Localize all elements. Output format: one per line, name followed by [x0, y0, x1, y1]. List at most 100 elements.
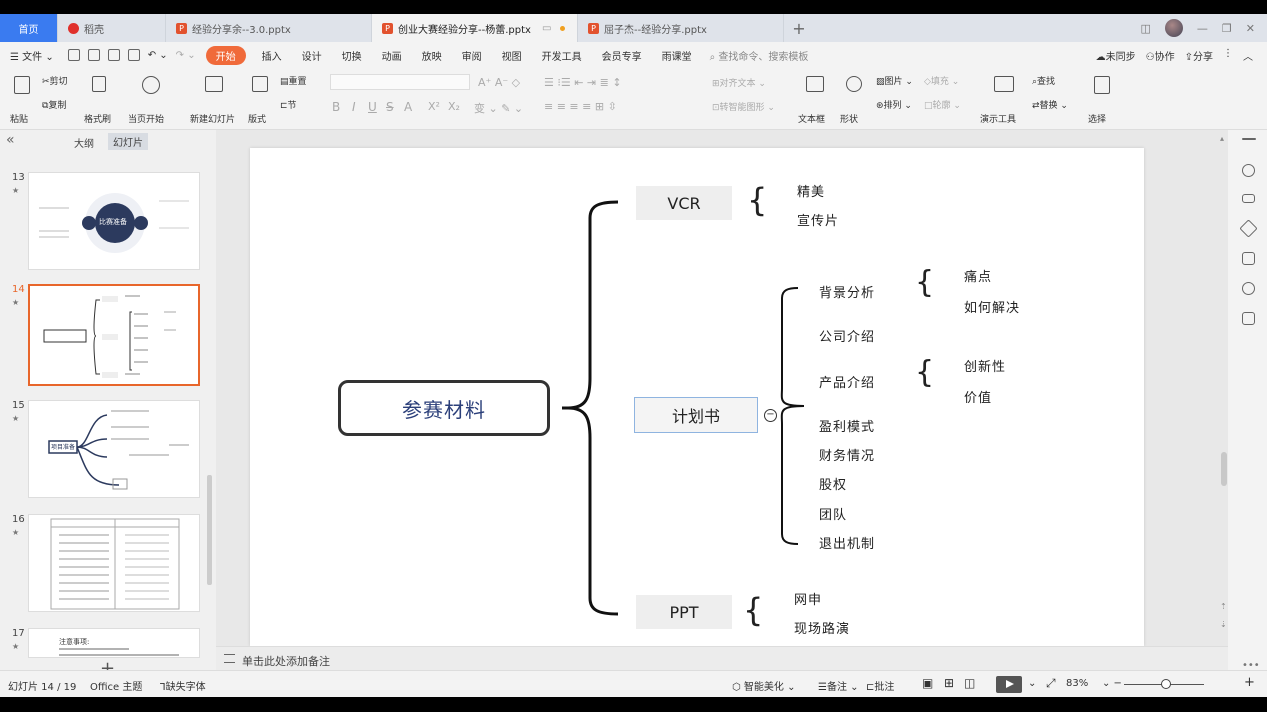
bold-icon[interactable]: B — [332, 100, 340, 114]
find-button[interactable]: ⌕查找 — [1032, 74, 1055, 87]
menu-rainclass[interactable]: 雨课堂 — [652, 48, 702, 63]
mindmap-root-node[interactable]: 参赛材料 — [338, 380, 550, 436]
preview-icon[interactable] — [127, 49, 140, 61]
strikethrough-icon[interactable]: S — [386, 100, 394, 114]
thumbnail-scrollbar[interactable] — [207, 475, 212, 585]
next-slide-icon[interactable]: ⇣ — [1220, 620, 1227, 629]
leaf-node[interactable]: 宣传片 — [797, 210, 839, 229]
select-icon[interactable] — [1094, 76, 1110, 94]
branch-node-vcr[interactable]: VCR — [636, 186, 732, 220]
arrange-button[interactable]: ⊛排列 ⌄ — [876, 98, 912, 111]
italic-icon[interactable]: I — [352, 100, 356, 114]
slide-sorter-icon[interactable]: ⊞ — [944, 676, 954, 690]
menu-file[interactable]: ☰ 文件 ⌄ — [0, 48, 64, 63]
help-icon[interactable] — [1242, 282, 1255, 295]
slide-thumbnail[interactable] — [28, 514, 200, 612]
outline-button[interactable]: □轮廓 ⌄ — [924, 98, 961, 111]
command-search[interactable]: ⌕ 查找命令、搜索模板 — [710, 48, 809, 63]
font-name-select[interactable] — [330, 74, 470, 90]
leaf-node[interactable]: 精美 — [797, 181, 825, 200]
slide-thumbnail[interactable]: 项目准备 — [28, 400, 200, 498]
zoom-in-icon[interactable]: + — [1244, 675, 1255, 690]
align-text-button[interactable]: ⊞对齐文本 ⌄ — [712, 76, 766, 89]
maximize-icon[interactable]: ❐ — [1222, 22, 1232, 35]
collapse-ribbon-icon[interactable]: ︿ — [1243, 48, 1253, 63]
scroll-up-icon[interactable]: ▴ — [1220, 134, 1224, 143]
missing-font-button[interactable]: Ꞁ缺失字体 — [160, 678, 206, 693]
play-options-icon[interactable]: ⌄ — [1028, 678, 1036, 689]
child-node[interactable]: 财务情况 — [819, 445, 875, 464]
tab-document-active[interactable]: P 创业大赛经验分享--杨蕾.pptx ▭ — [372, 14, 578, 42]
convert-smartart-button[interactable]: ⊡转智能图形 ⌄ — [712, 100, 775, 113]
layout-button[interactable]: 版式 — [248, 112, 266, 125]
child-node[interactable]: 团队 — [819, 504, 847, 523]
paste-icon[interactable] — [14, 76, 30, 94]
menu-transition[interactable]: 切换 — [332, 48, 372, 63]
close-icon[interactable]: ✕ — [1246, 22, 1255, 35]
presenter-tools-button[interactable]: 演示工具 — [980, 112, 1016, 125]
picture-button[interactable]: ▨图片 ⌄ — [876, 74, 913, 87]
leaf-node[interactable]: 现场路演 — [794, 618, 850, 637]
branch-node-plan[interactable]: 计划书 — [634, 397, 758, 433]
tab-home[interactable]: 首页 — [0, 14, 58, 42]
prev-slide-icon[interactable]: ⇡ — [1220, 602, 1227, 611]
layout-icon[interactable]: ◫ — [1141, 22, 1151, 35]
redo-icon[interactable]: ↷ ⌄ — [172, 50, 200, 61]
menu-insert[interactable]: 插入 — [252, 48, 292, 63]
tab-outline[interactable]: 大纲 — [74, 135, 94, 150]
fill-button[interactable]: ◇填充 ⌄ — [924, 74, 959, 87]
slide-vertical-scrollbar[interactable]: ▴ ⇡ ⇣ — [1218, 130, 1228, 646]
child-node[interactable]: 退出机制 — [819, 533, 875, 552]
new-tab-button[interactable]: + — [784, 14, 814, 42]
leaf-node[interactable]: 如何解决 — [964, 297, 1020, 316]
underline-icon[interactable]: U — [368, 100, 377, 114]
font-color-icon[interactable]: A — [404, 100, 412, 114]
presenter-tools-icon[interactable] — [994, 76, 1014, 92]
more-icon[interactable]: ⋮ — [1223, 48, 1233, 63]
child-node[interactable]: 公司介绍 — [819, 326, 875, 345]
slide-canvas[interactable]: 参赛材料 VCR { 精美 宣传片 计划书 − 背景分析 { 痛点 如何解决 公… — [250, 148, 1144, 646]
textbox-button[interactable]: 文本框 — [798, 112, 825, 125]
format-painter-icon[interactable] — [92, 76, 106, 92]
branch-node-ppt[interactable]: PPT — [636, 595, 732, 629]
child-node[interactable]: 产品介绍 — [819, 372, 875, 391]
tab-daoke[interactable]: 稻壳 — [58, 14, 166, 42]
undo-icon[interactable]: ↶ ⌄ — [144, 50, 172, 61]
leaf-node[interactable]: 创新性 — [964, 356, 1006, 375]
play-from-current-icon[interactable] — [142, 76, 160, 94]
paste-button[interactable]: 粘贴 — [10, 112, 28, 125]
fit-window-icon[interactable]: ⤢ — [1046, 676, 1056, 691]
textbox-icon[interactable] — [806, 76, 824, 92]
subscript-icon[interactable]: X₂ — [448, 100, 460, 113]
zoom-slider-handle[interactable] — [1161, 679, 1171, 689]
slide-thumbnail[interactable]: 比赛准备 — [28, 172, 200, 270]
comments-button[interactable]: ⊏批注 — [866, 678, 894, 693]
save-icon[interactable] — [67, 49, 80, 61]
menu-view[interactable]: 视图 — [492, 48, 532, 63]
tab-slides[interactable]: 幻灯片 — [108, 133, 148, 150]
copy-button[interactable]: ⧉复制 — [42, 98, 66, 111]
shape-button[interactable]: 形状 — [840, 112, 858, 125]
zoom-dropdown-icon[interactable]: ⌄ − — [1102, 678, 1122, 689]
avatar[interactable] — [1164, 19, 1183, 37]
font-size-up-icon[interactable]: A⁺ A⁻ ◇ — [478, 76, 520, 89]
leaf-node[interactable]: 网申 — [794, 589, 822, 608]
minimize-icon[interactable]: — — [1197, 22, 1208, 35]
bullets-icon[interactable]: ☰ ⁝☰ ⇤ ⇥ ≣ ↕ — [544, 76, 622, 89]
menu-start[interactable]: 开始 — [205, 45, 246, 65]
collaborate-button[interactable]: ⚇协作 — [1146, 48, 1175, 63]
child-node[interactable]: 盈利模式 — [819, 416, 875, 435]
child-node[interactable]: 背景分析 — [819, 282, 875, 301]
export-icon[interactable] — [87, 49, 100, 61]
style-icon[interactable] — [1242, 164, 1255, 177]
new-slide-button[interactable]: 新建幻灯片 — [190, 112, 235, 125]
properties-icon[interactable] — [1242, 194, 1255, 203]
child-node[interactable]: 股权 — [819, 474, 847, 493]
backup-icon[interactable] — [1242, 312, 1255, 325]
menu-design[interactable]: 设计 — [292, 48, 332, 63]
new-slide-icon[interactable] — [205, 76, 223, 92]
menu-developer[interactable]: 开发工具 — [532, 48, 592, 63]
superscript-icon[interactable]: X² — [428, 100, 440, 113]
collapse-node-icon[interactable]: − — [764, 409, 777, 422]
tab-document[interactable]: P 经验分享余--3.0.pptx — [166, 14, 372, 42]
